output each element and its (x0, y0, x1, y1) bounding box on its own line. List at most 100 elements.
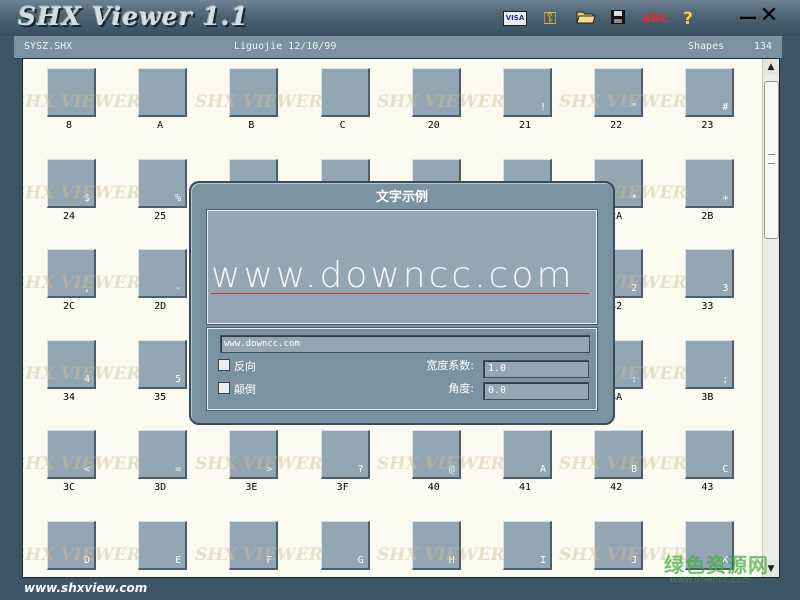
watermark-text: SHX VIEWER (23, 182, 141, 203)
shape-code: 22 (610, 120, 623, 131)
shape-glyph: + (722, 192, 729, 204)
shape-tile[interactable]: A (503, 430, 552, 479)
shape-code: 20 (427, 120, 440, 131)
shape-code: 24 (62, 210, 76, 222)
preview-text: www.downcc.com (211, 255, 575, 296)
watermark-text: SHX VIEWER (377, 454, 505, 474)
shape-tile[interactable]: E (138, 520, 188, 570)
watermark-text: SHX VIEWER (23, 273, 141, 293)
text-preview: www.downcc.com (207, 210, 597, 324)
shapes-count: 134 (754, 41, 773, 52)
shape-tile[interactable]: I (503, 520, 552, 570)
shape-tile[interactable]: ; (685, 339, 735, 389)
corner-watermark: 绿色资源网 (664, 553, 769, 577)
folder-open-icon[interactable] (574, 9, 598, 29)
shape-tile[interactable]: ? (320, 430, 370, 479)
shape-tile[interactable]: - (138, 249, 188, 298)
watermark-text: SHX VIEWER (195, 544, 323, 565)
shape-glyph: ! (539, 102, 546, 113)
shape-code: 2C (62, 301, 76, 312)
shape-glyph: A (539, 464, 546, 475)
upside-down-checkbox[interactable]: 颠倒 (218, 381, 256, 397)
shape-glyph: = (175, 464, 182, 475)
shape-tile[interactable]: C (685, 430, 735, 479)
shape-tile[interactable] (320, 68, 370, 117)
shape-code: B (248, 120, 255, 131)
scroll-thumb[interactable] (764, 81, 779, 239)
watermark-text: SHX VIEWER (377, 544, 505, 565)
help-icon[interactable]: ? (676, 9, 700, 29)
shape-code: 41 (518, 482, 532, 493)
vertical-scrollbar[interactable]: ▲ ▼ (762, 59, 779, 577)
watermark-text: SHX VIEWER (23, 544, 141, 565)
visa-icon[interactable]: VISA (503, 11, 527, 26)
watermark-text: SHX VIEWER (23, 454, 141, 474)
preview-baseline (211, 293, 589, 294)
shape-glyph: - (175, 283, 182, 294)
shape-glyph: % (175, 192, 182, 204)
shape-code: A (157, 120, 164, 131)
width-factor-label: 宽度系数: (426, 359, 474, 372)
shape-tile[interactable]: = (138, 430, 188, 479)
key-icon[interactable]: ⚿ (538, 9, 562, 29)
shape-glyph: 5 (175, 373, 182, 385)
shape-glyph: # (722, 102, 729, 113)
author-date: Liguojie 12/10/99 (234, 41, 337, 52)
shape-glyph: I (539, 554, 546, 566)
reverse-label: 反向 (234, 360, 256, 373)
sample-text-input[interactable]: www.downcc.com (220, 335, 590, 353)
shape-code: 43 (701, 482, 714, 493)
shape-code: 3D (154, 482, 167, 493)
controls-panel: www.downcc.com 反向 颠倒 宽度系数: 1.0 角度: 0.0 (207, 328, 597, 410)
abc-text-icon[interactable]: abc (640, 9, 670, 29)
shape-glyph: ? (357, 464, 364, 475)
reverse-checkbox[interactable]: 反向 (218, 358, 256, 374)
app-title: SHX Viewer 1.1 (18, 2, 249, 31)
text-sample-dialog: 文字示例 www.downcc.com www.downcc.com 反向 颠倒… (189, 181, 615, 425)
close-button[interactable]: ✕ (757, 5, 781, 27)
shape-code: 40 (427, 482, 440, 493)
width-factor-input[interactable]: 1.0 (483, 360, 589, 378)
scroll-up-button[interactable]: ▲ (763, 59, 779, 75)
angle-label: 角度: (448, 382, 474, 395)
shape-code: C (339, 120, 346, 131)
dialog-title: 文字示例 (375, 190, 428, 205)
watermark-text: SHX VIEWER (559, 92, 687, 112)
watermark-text: SHX VIEWER (23, 363, 141, 384)
shape-tile[interactable]: 3 (685, 249, 735, 298)
shape-code: 23 (701, 120, 714, 131)
shape-code: 3C (62, 482, 76, 493)
thumb-grip-icon (768, 154, 775, 164)
watermark-text: SHX VIEWER (23, 92, 141, 112)
shape-tile[interactable]: 5 (138, 339, 188, 389)
shape-tile[interactable]: G (320, 520, 370, 570)
shape-code: 42 (610, 482, 623, 493)
shape-tile[interactable] (138, 68, 188, 117)
shape-glyph: C (722, 464, 729, 475)
watermark-text: SHX VIEWER (195, 454, 323, 474)
shape-glyph: G (357, 554, 364, 566)
shape-code: 21 (518, 120, 532, 131)
shape-tile[interactable]: # (685, 68, 735, 117)
shapes-label: Shapes (688, 41, 725, 52)
watermark-text: SHX VIEWER (559, 454, 687, 474)
checkbox-box[interactable] (218, 382, 230, 394)
watermark-text: SHX VIEWER (377, 92, 505, 112)
shape-code: 3B (701, 391, 714, 403)
checkbox-box[interactable] (218, 359, 230, 371)
corner-watermark-url: www.downcc.com (670, 575, 751, 585)
shape-code: 3E (245, 482, 258, 493)
shape-glyph: E (175, 554, 182, 566)
shape-code: 3F (336, 482, 349, 493)
shape-tile[interactable]: + (685, 158, 735, 208)
shape-glyph: ; (722, 373, 729, 385)
website-link[interactable]: www.shxview.com (24, 581, 147, 595)
shape-tile[interactable]: % (138, 158, 188, 208)
shape-code: 8 (65, 120, 73, 131)
watermark-text: SHX VIEWER (195, 92, 323, 112)
angle-input[interactable]: 0.0 (483, 382, 589, 400)
shape-tile[interactable]: ! (503, 68, 552, 117)
upside-down-label: 颠倒 (234, 383, 256, 396)
floppy-save-icon[interactable] (606, 9, 630, 29)
title-bar: SHX Viewer 1.1 VISA ⚿ abc ? — ✕ (0, 0, 800, 36)
